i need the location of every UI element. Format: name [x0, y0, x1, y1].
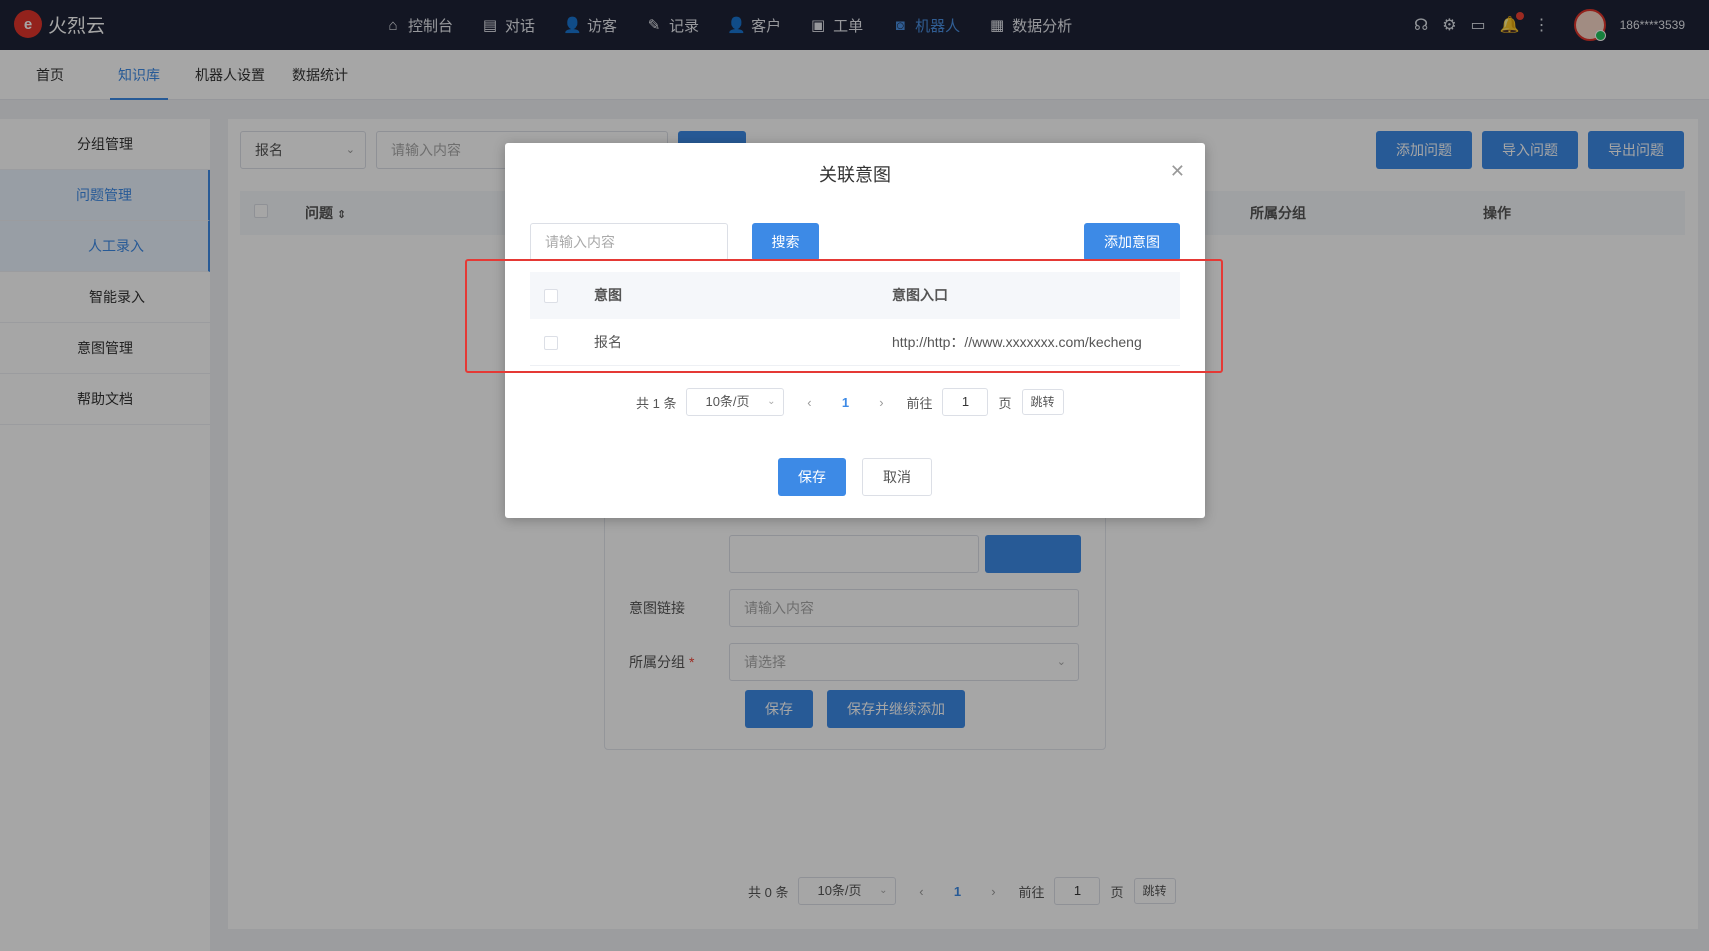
pager-total: 共 1 条	[636, 395, 677, 411]
intent-search-input[interactable]: 请输入内容	[530, 223, 728, 261]
goto-label: 前往	[906, 395, 933, 411]
chevron-down-icon: ⌄	[767, 396, 776, 407]
prev-page-icon[interactable]: ‹	[794, 395, 824, 410]
page-unit: 页	[998, 395, 1012, 411]
page-size-select[interactable]: 10条/页 ⌄	[686, 388, 785, 416]
dialog-title: 关联意图	[819, 165, 891, 185]
dialog-pagination: 共 1 条 10条/页 ⌄ ‹ 1 › 前往 1 页 跳转	[636, 388, 1064, 416]
dialog-save-button[interactable]: 保存	[778, 458, 846, 496]
close-icon[interactable]: ✕	[1170, 161, 1185, 182]
goto-page-input[interactable]: 1	[942, 388, 989, 416]
dialog-footer: 保存 取消	[505, 458, 1205, 496]
jump-button[interactable]: 跳转	[1021, 389, 1064, 415]
intent-search-button[interactable]: 搜索	[752, 223, 819, 261]
current-page[interactable]: 1	[834, 395, 856, 410]
next-page-icon[interactable]: ›	[866, 395, 896, 410]
highlight-annotation-box	[465, 259, 1223, 373]
add-intent-button[interactable]: 添加意图	[1084, 223, 1180, 261]
dialog-cancel-button[interactable]: 取消	[862, 458, 932, 496]
